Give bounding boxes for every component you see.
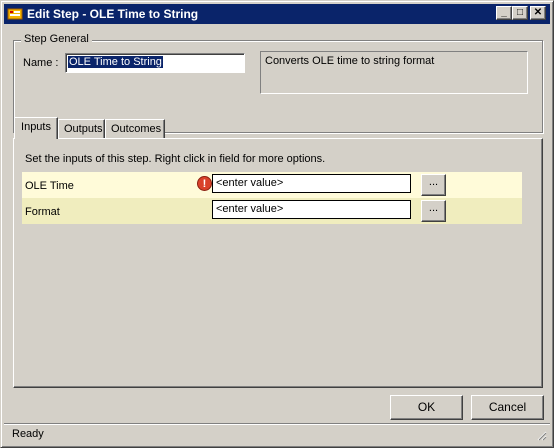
- tab-outputs[interactable]: Outputs: [58, 119, 105, 139]
- input-row-format: Format <enter value> ...: [22, 198, 522, 224]
- ole-time-value-field[interactable]: <enter value>: [212, 174, 411, 193]
- ole-time-browse-button[interactable]: ...: [421, 174, 446, 196]
- resize-grip-icon[interactable]: [536, 430, 547, 441]
- status-text: Ready: [12, 428, 44, 440]
- input-row-label: Format: [25, 206, 60, 218]
- title-bar[interactable]: Edit Step - OLE Time to String _ □ ✕: [4, 4, 550, 24]
- format-browse-button[interactable]: ...: [421, 200, 446, 222]
- input-row-ole-time: OLE Time ! <enter value> ...: [22, 172, 522, 198]
- maximize-button[interactable]: □: [512, 6, 528, 20]
- tab-outcomes[interactable]: Outcomes: [105, 119, 165, 139]
- error-icon: !: [197, 176, 212, 191]
- ok-button[interactable]: OK: [390, 395, 463, 420]
- window-title: Edit Step - OLE Time to String: [27, 7, 199, 21]
- name-label: Name :: [23, 57, 59, 69]
- inputs-instructions: Set the inputs of this step. Right click…: [25, 153, 326, 165]
- description-box: Converts OLE time to string format: [260, 51, 528, 94]
- status-bar: Ready: [4, 423, 550, 444]
- name-input-value: OLE Time to String: [68, 56, 163, 68]
- input-row-label: OLE Time: [25, 180, 74, 192]
- app-step-icon: [7, 6, 23, 22]
- minimize-button[interactable]: _: [496, 6, 512, 20]
- cancel-button[interactable]: Cancel: [471, 395, 544, 420]
- step-general-label: Step General: [21, 33, 92, 45]
- close-button[interactable]: ✕: [530, 6, 546, 20]
- name-input[interactable]: OLE Time to String: [65, 53, 245, 73]
- edit-step-dialog: Edit Step - OLE Time to String _ □ ✕ Ste…: [0, 0, 554, 448]
- format-value-field[interactable]: <enter value>: [212, 200, 411, 219]
- tab-inputs[interactable]: Inputs: [14, 117, 58, 139]
